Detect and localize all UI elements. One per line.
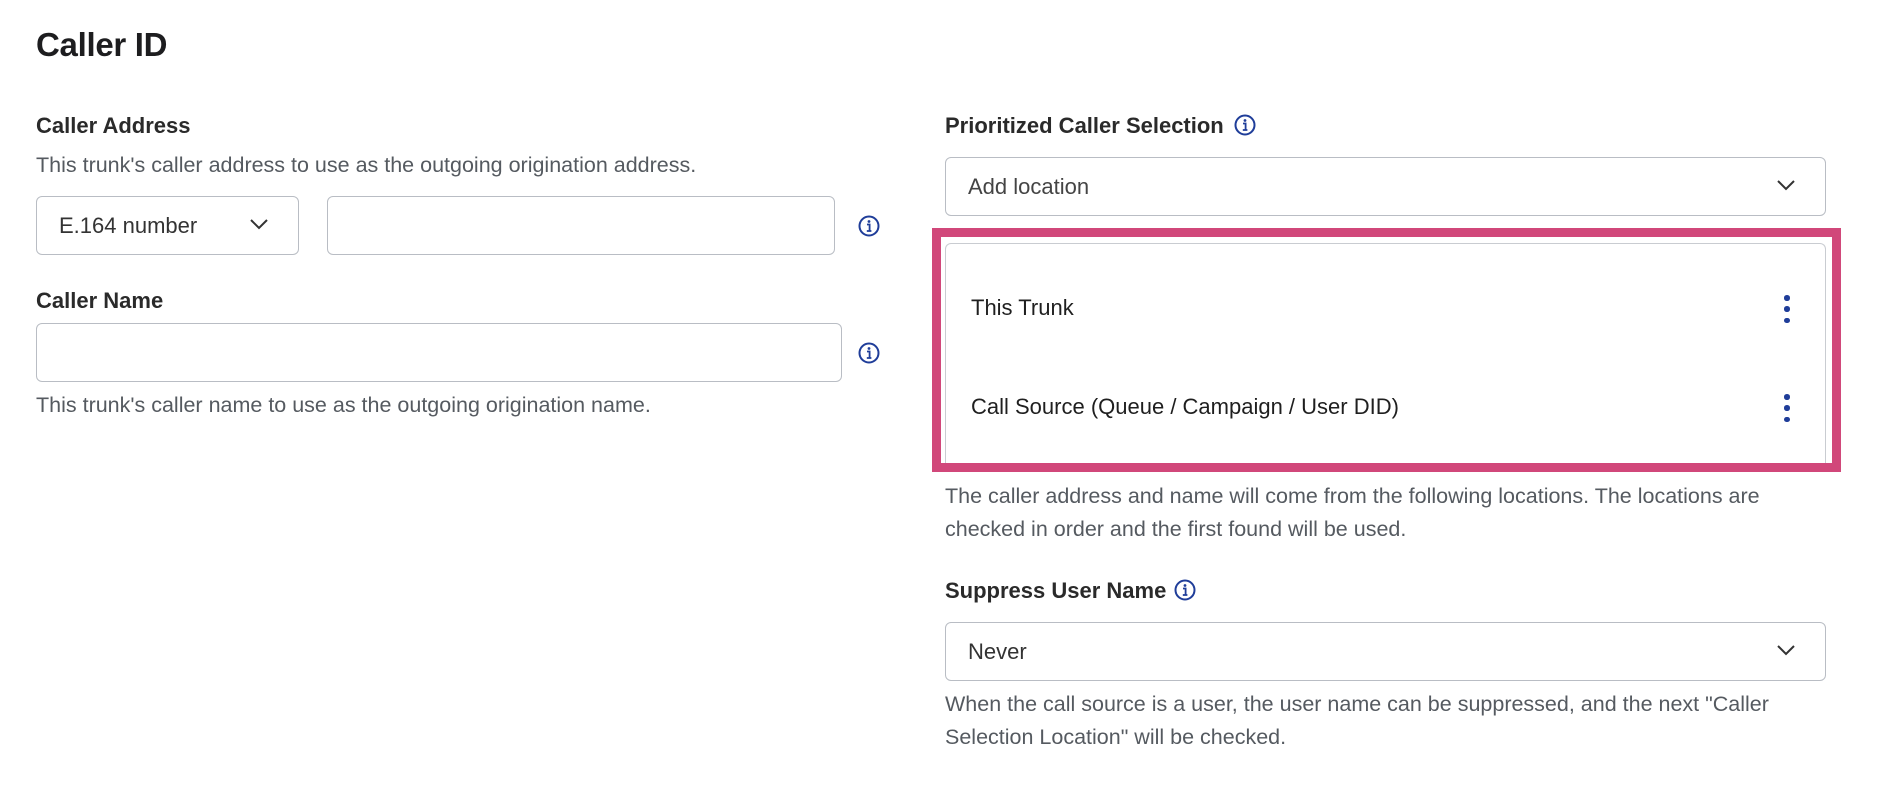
more-vertical-icon[interactable] bbox=[1782, 394, 1792, 422]
prioritized-caller-selection-label: Prioritized Caller Selection bbox=[945, 113, 1224, 138]
list-item: This Trunk bbox=[971, 295, 1074, 320]
info-icon[interactable] bbox=[857, 214, 881, 238]
page-title: Caller ID bbox=[36, 26, 168, 63]
caller-name-label: Caller Name bbox=[36, 288, 164, 313]
suppress-user-name-select[interactable]: Never bbox=[945, 622, 1826, 681]
list-item: Call Source (Queue / Campaign / User DID… bbox=[971, 394, 1399, 419]
caller-name-input[interactable] bbox=[36, 323, 842, 382]
caller-address-type-value: E.164 number bbox=[59, 213, 198, 238]
caller-address-label: Caller Address bbox=[36, 113, 191, 138]
suppress-user-name-value: Never bbox=[968, 639, 1027, 664]
suppress-user-name-label: Suppress User Name bbox=[945, 578, 1167, 603]
info-icon[interactable] bbox=[857, 341, 881, 365]
prioritized-description-line1: The caller address and name will come fr… bbox=[945, 484, 1760, 508]
highlight-frame bbox=[932, 228, 1841, 472]
info-icon[interactable] bbox=[1173, 578, 1197, 602]
more-vertical-icon[interactable] bbox=[1782, 295, 1792, 323]
chevron-down-icon bbox=[249, 217, 269, 231]
suppress-user-name-description-line1: When the call source is a user, the user… bbox=[945, 692, 1769, 716]
info-icon[interactable] bbox=[1233, 113, 1257, 137]
chevron-down-icon bbox=[1776, 643, 1796, 657]
prioritized-description-line2: checked in order and the first found wil… bbox=[945, 517, 1407, 541]
add-location-select[interactable]: Add location bbox=[945, 157, 1826, 216]
caller-address-type-select[interactable]: E.164 number bbox=[36, 196, 299, 255]
add-location-placeholder: Add location bbox=[968, 174, 1090, 199]
caller-address-input[interactable] bbox=[327, 196, 835, 255]
suppress-user-name-description-line2: Selection Location" will be checked. bbox=[945, 725, 1287, 749]
caller-name-description: This trunk's caller name to use as the o… bbox=[36, 393, 651, 417]
caller-address-description: This trunk's caller address to use as th… bbox=[36, 153, 697, 177]
chevron-down-icon bbox=[1776, 178, 1796, 192]
